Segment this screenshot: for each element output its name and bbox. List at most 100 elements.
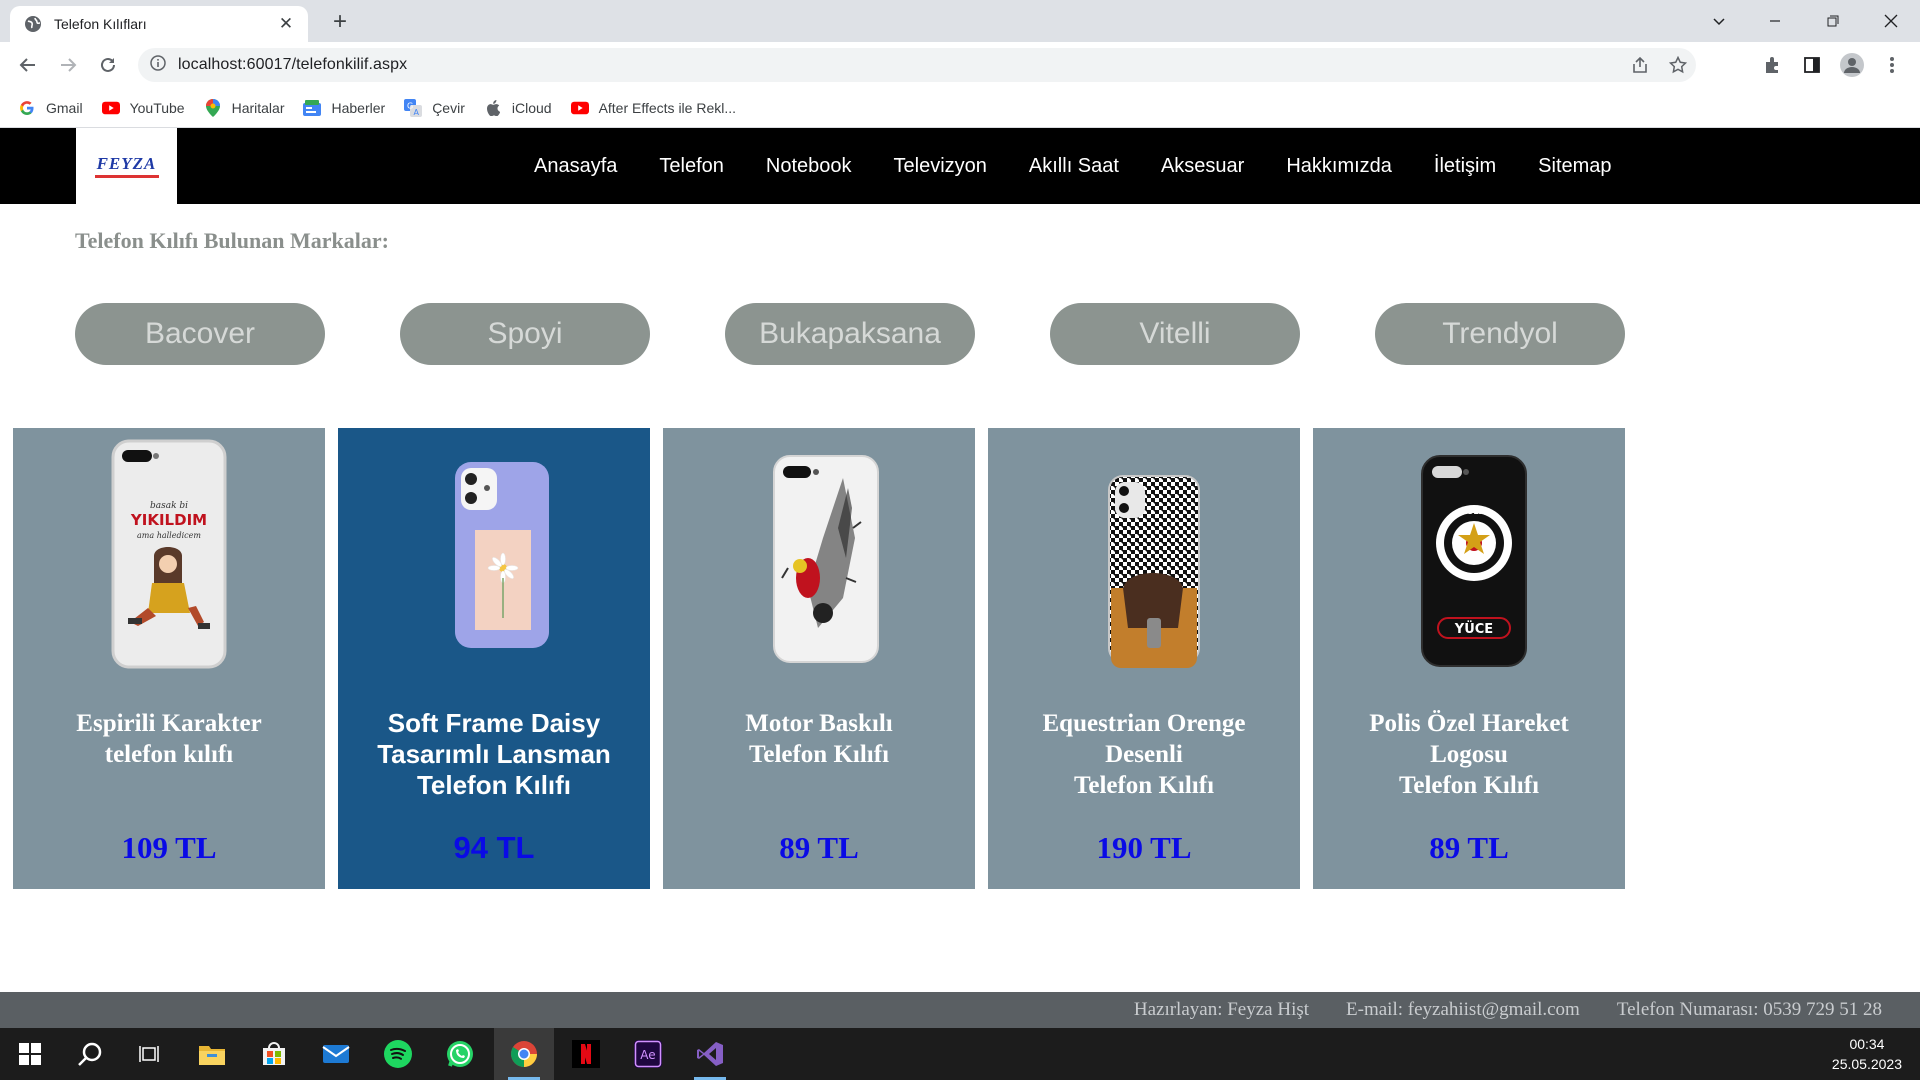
- translate-icon: GA: [404, 98, 423, 117]
- system-clock[interactable]: 00:34 25.05.2023: [1832, 1034, 1902, 1074]
- footer-phone: Telefon Numarası: 0539 729 51 28: [1616, 999, 1882, 1020]
- youtube-icon: [570, 99, 589, 117]
- nav-telefon[interactable]: Telefon: [659, 155, 724, 178]
- google-icon: [18, 99, 36, 117]
- file-explorer-icon[interactable]: [182, 1028, 242, 1080]
- case-print-text: YÜCE: [1454, 621, 1493, 637]
- bookmark-after-effects[interactable]: After Effects ile Rekl...: [570, 99, 736, 117]
- tab-search-icon[interactable]: [1696, 0, 1742, 42]
- brand-button-trendyol[interactable]: Trendyol: [1375, 303, 1625, 365]
- bookmark-star-icon[interactable]: [1664, 48, 1692, 82]
- bookmarks-bar: Gmail YouTube Haritalar Haberler GA Çevi…: [0, 88, 1920, 128]
- url-text: localhost:60017/telefonkilif.aspx: [178, 56, 408, 73]
- whatsapp-icon[interactable]: [430, 1028, 490, 1080]
- product-card[interactable]: Motor Baskılı Telefon Kılıfı 89 TL: [663, 428, 975, 889]
- site-logo[interactable]: FEYZA: [76, 128, 177, 204]
- site-footer: Hazırlayan: Feyza Hişt E-mail: feyzahiis…: [0, 992, 1920, 1028]
- svg-text:ama halledicem: ama halledicem: [137, 531, 201, 540]
- new-tab-button[interactable]: +: [324, 6, 356, 38]
- product-title: Soft Frame Daisy Tasarımlı Lansman Telef…: [377, 708, 611, 800]
- menu-dots-icon[interactable]: [1876, 49, 1908, 81]
- maps-icon: [204, 98, 222, 117]
- extensions-icon[interactable]: [1756, 49, 1788, 81]
- start-windows-icon[interactable]: [0, 1028, 60, 1080]
- address-bar[interactable]: localhost:60017/telefonkilif.aspx: [138, 48, 1696, 82]
- product-image: POLİS YÜCE: [1313, 438, 1625, 678]
- bookmark-youtube[interactable]: YouTube: [101, 99, 185, 117]
- svg-text:POLİS: POLİS: [1461, 506, 1488, 516]
- mail-icon[interactable]: [306, 1028, 366, 1080]
- back-icon[interactable]: [12, 49, 44, 81]
- brand-button-bacover[interactable]: Bacover: [75, 303, 325, 365]
- site-navbar: FEYZA Anasayfa Telefon Notebook Televizy…: [0, 128, 1920, 204]
- svg-text:G: G: [407, 101, 413, 110]
- product-card[interactable]: POLİS YÜCE Polis Özel Hareket Logosu Tel…: [1313, 428, 1625, 889]
- bookmark-label: Gmail: [46, 99, 83, 116]
- product-title: Motor Baskılı Telefon Kılıfı: [745, 710, 893, 768]
- clock-date: 25.05.2023: [1831, 1056, 1902, 1072]
- product-price: 190 TL: [1096, 830, 1192, 865]
- brand-button-bukapaksana[interactable]: Bukapaksana: [725, 303, 975, 365]
- minimize-icon[interactable]: [1752, 0, 1798, 42]
- product-card[interactable]: Soft Frame Daisy Tasarımlı Lansman Telef…: [338, 428, 650, 889]
- product-image: [988, 438, 1300, 678]
- product-card[interactable]: basak bi YIKILDIM ama halledicem Espiril…: [13, 428, 325, 889]
- reload-icon[interactable]: [92, 49, 124, 81]
- browser-tab-strip: Telefon Kılıfları ✕ +: [0, 0, 1920, 42]
- tab-close-icon[interactable]: ✕: [276, 14, 296, 34]
- profile-avatar-icon[interactable]: [1836, 49, 1868, 81]
- svg-text:Ae: Ae: [640, 1048, 655, 1062]
- product-price: 94 TL: [453, 830, 535, 865]
- search-icon[interactable]: [60, 1028, 120, 1080]
- product-price: 89 TL: [779, 830, 859, 865]
- bookmark-label: Çevir: [432, 99, 465, 116]
- spotify-icon[interactable]: [368, 1028, 428, 1080]
- svg-text:A: A: [414, 108, 420, 117]
- close-window-icon[interactable]: [1868, 0, 1914, 42]
- nav-aksesuar[interactable]: Aksesuar: [1161, 155, 1244, 178]
- restore-icon[interactable]: [1810, 0, 1856, 42]
- svg-text:basak bi: basak bi: [150, 501, 188, 511]
- chrome-icon[interactable]: [494, 1028, 554, 1080]
- store-icon[interactable]: [244, 1028, 304, 1080]
- after-effects-icon[interactable]: Ae: [618, 1028, 678, 1080]
- browser-tab[interactable]: Telefon Kılıfları ✕: [10, 6, 308, 42]
- forward-icon[interactable]: [52, 49, 84, 81]
- product-card[interactable]: Equestrian Orenge Desenli Telefon Kılıfı…: [988, 428, 1300, 889]
- bookmark-cevir[interactable]: GA Çevir: [404, 98, 465, 117]
- product-price: 109 TL: [121, 830, 217, 865]
- bookmark-haberler[interactable]: Haberler: [303, 99, 385, 117]
- nav-iletisim[interactable]: İletişim: [1434, 155, 1496, 178]
- bookmark-label: YouTube: [129, 99, 185, 116]
- task-view-icon[interactable]: [120, 1028, 180, 1080]
- bookmark-gmail[interactable]: Gmail: [18, 99, 83, 117]
- side-panel-icon[interactable]: [1796, 49, 1828, 81]
- bookmark-haritalar[interactable]: Haritalar: [204, 98, 285, 117]
- nav-sitemap[interactable]: Sitemap: [1538, 155, 1611, 178]
- brands-heading: Telefon Kılıfı Bulunan Markalar:: [75, 228, 389, 253]
- case-print-text: YIKILDIM: [130, 511, 207, 529]
- product-price: 89 TL: [1429, 830, 1509, 865]
- bookmark-label: iCloud: [511, 99, 552, 116]
- nav-akilli-saat[interactable]: Akıllı Saat: [1029, 155, 1119, 178]
- product-title: Espirili Karakter telefon kılıfı: [76, 710, 262, 768]
- bookmark-icloud[interactable]: iCloud: [484, 99, 552, 117]
- product-image: [663, 438, 975, 678]
- brand-button-spoyi[interactable]: Spoyi: [400, 303, 650, 365]
- windows-taskbar: Ae 00:34 25.05.2023: [0, 1028, 1920, 1080]
- nav-televizyon[interactable]: Televizyon: [894, 155, 987, 178]
- nav-notebook[interactable]: Notebook: [766, 155, 852, 178]
- youtube-icon: [101, 99, 120, 117]
- bookmark-label: Haritalar: [231, 99, 285, 116]
- share-icon[interactable]: [1626, 48, 1654, 82]
- nav-anasayfa[interactable]: Anasayfa: [534, 155, 617, 178]
- bookmark-label: Haberler: [331, 99, 386, 116]
- logo-underline: [94, 175, 159, 178]
- main-menu: Anasayfa Telefon Notebook Televizyon Akı…: [534, 128, 1654, 204]
- browser-toolbar: localhost:60017/telefonkilif.aspx: [0, 42, 1920, 88]
- brand-button-vitelli[interactable]: Vitelli: [1050, 303, 1300, 365]
- visual-studio-icon[interactable]: [680, 1028, 740, 1080]
- site-info-icon[interactable]: [150, 54, 166, 76]
- nav-hakkimizda[interactable]: Hakkımızda: [1286, 155, 1392, 178]
- netflix-icon[interactable]: [556, 1028, 616, 1080]
